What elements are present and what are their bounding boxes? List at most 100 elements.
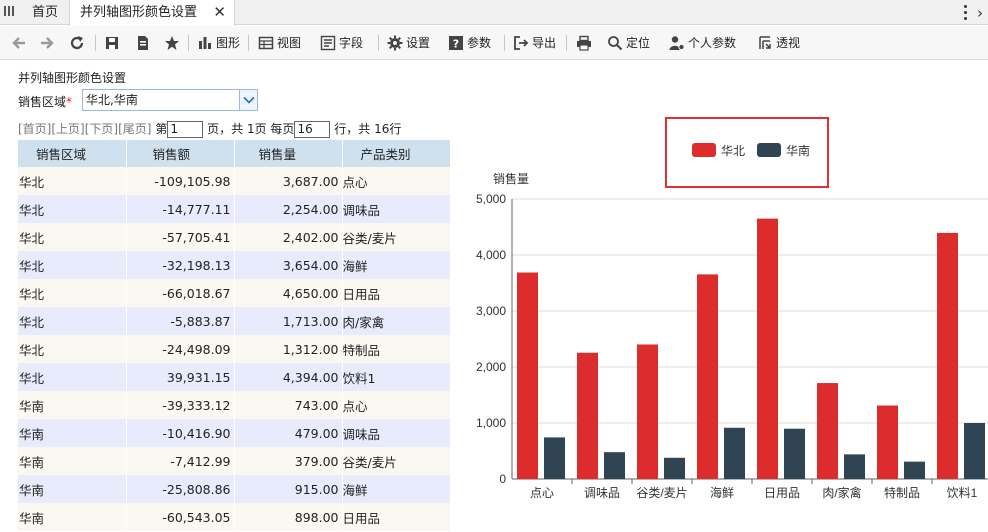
- page-number-input[interactable]: 1: [167, 121, 204, 138]
- cell-category: 日用品: [342, 279, 451, 307]
- rows-info: 行，共 16行: [334, 122, 402, 136]
- toolbar-divider: [248, 35, 249, 51]
- arrow-left-icon: [11, 35, 27, 51]
- toolbar-divider: [504, 35, 505, 51]
- save-button[interactable]: [104, 34, 123, 52]
- params-label: 参数: [467, 36, 492, 50]
- toolbar-divider: [188, 35, 189, 51]
- y-tick-label: 0: [499, 472, 506, 486]
- forward-button[interactable]: [39, 34, 58, 52]
- cell-sales-amount: -39,333.12: [126, 391, 235, 419]
- last-page-link[interactable]: [尾页]: [118, 122, 151, 136]
- table-row: 华北 -57,705.41 2,402.00 谷类/麦片: [18, 223, 451, 251]
- view-button[interactable]: 视图: [258, 34, 301, 52]
- bar: [604, 452, 625, 479]
- bar: [664, 457, 685, 479]
- cell-region: 华南: [18, 447, 127, 475]
- favorite-button[interactable]: [164, 34, 183, 52]
- cell-sales-volume: 379.00: [234, 447, 343, 475]
- x-tick-label: 海鲜: [710, 485, 734, 500]
- tab-report[interactable]: 并列轴图形颜色设置 ✕: [69, 0, 235, 26]
- cell-region: 华北: [18, 251, 127, 279]
- header-sales-volume[interactable]: 销售量: [234, 140, 343, 167]
- locate-button[interactable]: 定位: [607, 34, 650, 52]
- pivot-button[interactable]: 透视: [757, 34, 800, 52]
- field-icon: [320, 35, 336, 51]
- x-tick-label: 特制品: [884, 485, 920, 500]
- cell-sales-volume: 898.00: [234, 503, 343, 531]
- cell-region: 华北: [18, 223, 127, 251]
- y-tick-label: 5,000: [476, 192, 506, 206]
- refresh-button[interactable]: [69, 34, 88, 52]
- more-vertical-icon[interactable]: [958, 3, 972, 21]
- back-button[interactable]: [11, 34, 30, 52]
- tab-home[interactable]: 首页: [21, 0, 69, 25]
- table-row: 华南 -7,412.99 379.00 谷类/麦片: [18, 447, 451, 475]
- settings-label: 设置: [406, 36, 431, 50]
- locate-label: 定位: [626, 36, 651, 50]
- cell-region: 华北: [18, 363, 127, 391]
- page-size-input[interactable]: 16: [294, 121, 331, 138]
- field-button[interactable]: 字段: [320, 34, 363, 52]
- cell-sales-amount: -14,777.11: [126, 195, 235, 223]
- cell-region: 华北: [18, 167, 127, 195]
- next-page-link[interactable]: [下页]: [85, 122, 118, 136]
- cell-sales-volume: 1,312.00: [234, 335, 343, 363]
- toolbar-divider: [566, 35, 567, 51]
- cell-region: 华北: [18, 195, 127, 223]
- bar-chart-icon: [197, 35, 213, 51]
- x-tick-label: 谷类/麦片: [636, 486, 687, 500]
- arrow-right-icon: [39, 35, 55, 51]
- table-row: 华北 -5,883.87 1,713.00 肉/家禽: [18, 307, 451, 335]
- pager: [首页][上页][下页][尾页] 第1 页，共 1页 每页 16 行，共 16行: [18, 121, 401, 139]
- settings-button[interactable]: 设置: [387, 34, 430, 52]
- bar: [637, 344, 658, 479]
- cell-region: 华北: [18, 335, 127, 363]
- save-as-button[interactable]: [135, 34, 154, 52]
- params-button[interactable]: ? 参数: [448, 34, 491, 52]
- close-icon[interactable]: ✕: [213, 0, 226, 25]
- bar-chart: 华北 华南销售量 0 1,000 2,000 3,000 4,000 5,000 点心 调味品 谷类…: [476, 117, 988, 500]
- data-table: 销售区域 销售额 销售量 产品类别 华北 -109,105.98 3,687.00 点…: [18, 140, 451, 531]
- tab-report-label: 并列轴图形颜色设置: [80, 5, 198, 20]
- cell-sales-amount: -25,808.86: [126, 475, 235, 503]
- prev-page-link[interactable]: [上页]: [51, 122, 84, 136]
- cell-sales-amount: -5,883.87: [126, 307, 235, 335]
- cell-category: 肉/家禽: [342, 307, 451, 335]
- cell-category: 谷类/麦片: [342, 447, 451, 475]
- param-label-text: 销售区域: [18, 95, 67, 109]
- bar: [784, 428, 805, 479]
- print-button[interactable]: [576, 34, 595, 52]
- export-button[interactable]: 导出: [513, 34, 556, 52]
- cell-sales-amount: -57,705.41: [126, 223, 235, 251]
- page-info: 页，共 1页 每页: [207, 122, 295, 136]
- dropdown-button[interactable]: [239, 90, 257, 110]
- graph-button[interactable]: 图形: [197, 34, 240, 52]
- sales-region-value: 华北,华南: [86, 93, 138, 107]
- personal-params-button[interactable]: 个人参数: [669, 34, 736, 52]
- legend-label: 华北: [721, 144, 745, 158]
- cell-category: 调味品: [342, 195, 451, 223]
- cell-sales-amount: -60,543.05: [126, 503, 235, 531]
- sales-region-select[interactable]: 华北,华南: [82, 89, 258, 111]
- cell-sales-amount: -66,018.67: [126, 279, 235, 307]
- first-page-link[interactable]: [首页]: [18, 122, 51, 136]
- field-label: 字段: [339, 36, 364, 50]
- cell-region: 华南: [18, 475, 127, 503]
- help-icon: ?: [448, 35, 464, 51]
- export-label: 导出: [532, 36, 557, 50]
- table-row: 华北 -109,105.98 3,687.00 点心: [18, 167, 451, 195]
- cell-region: 华南: [18, 391, 127, 419]
- chevron-down-icon: [243, 96, 255, 104]
- cell-sales-volume: 2,254.00: [234, 195, 343, 223]
- table-row: 华南 -25,808.86 915.00 海鲜: [18, 475, 451, 503]
- header-category[interactable]: 产品类别: [342, 140, 451, 167]
- header-region[interactable]: 销售区域: [18, 140, 127, 167]
- chevron-right-icon[interactable]: ›: [977, 4, 983, 22]
- header-sales-amount[interactable]: 销售额: [126, 140, 235, 167]
- view-label: 视图: [277, 36, 302, 50]
- toolbar-divider: [95, 35, 96, 51]
- tab-list-icon[interactable]: [4, 6, 14, 18]
- x-tick-label: 调味品: [584, 486, 620, 500]
- document-icon: [135, 35, 151, 51]
